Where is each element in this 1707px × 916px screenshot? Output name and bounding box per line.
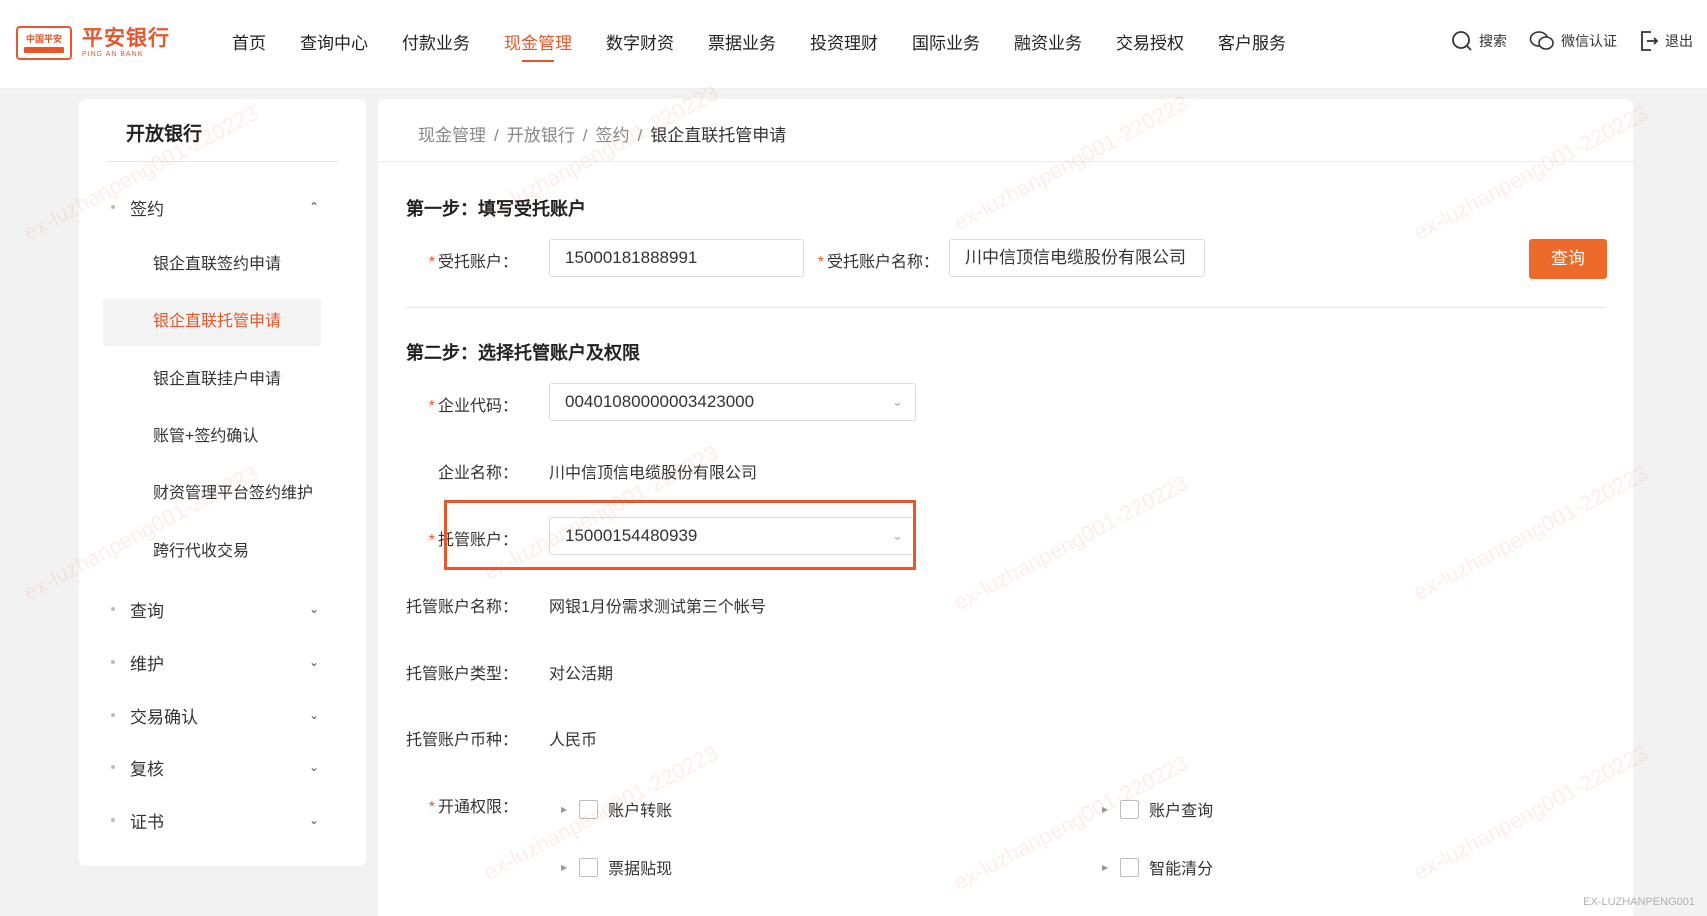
query-button[interactable]: 查询 — [1529, 239, 1607, 279]
nav-international[interactable]: 国际业务 — [912, 0, 980, 88]
main-nav: 首页 查询中心 付款业务 现金管理 数字财资 票据业务 投资理财 国际业务 融资… — [232, 0, 1320, 88]
ping-an-bank-logo[interactable]: 中国平安 平安银行 PING AN BANK — [16, 26, 170, 60]
permission-bill-discount[interactable]: ▶ 票据贴现 — [561, 855, 672, 879]
permission-account-query[interactable]: ▶ 账户查询 — [1102, 797, 1213, 821]
nav-financing[interactable]: 融资业务 — [1014, 0, 1082, 88]
nav-digital-treasury[interactable]: 数字财资 — [606, 0, 674, 88]
wechat-auth-button[interactable]: 微信认证 — [1529, 30, 1617, 52]
chevron-down-icon: ⌄ — [892, 394, 903, 409]
sidebar-item-account-sign-confirm[interactable]: 账管+签约确认 — [103, 413, 321, 461]
caret-right-icon: ▶ — [1102, 862, 1109, 872]
step1-title: 第一步：填写受托账户 — [406, 199, 586, 219]
wechat-icon — [1529, 31, 1554, 50]
search-icon — [1452, 31, 1472, 51]
nav-query-center[interactable]: 查询中心 — [300, 0, 368, 88]
nav-payment[interactable]: 付款业务 — [402, 0, 470, 88]
nav-customer-service[interactable]: 客户服务 — [1218, 0, 1286, 88]
chevron-down-icon: ⌄ — [309, 760, 320, 774]
custody-name-value: 网银1月份需求测试第三个帐号 — [549, 599, 766, 616]
chevron-down-icon: ⌄ — [309, 813, 320, 827]
enterprise-name-label: 企业名称： — [437, 465, 518, 482]
breadcrumb-cash-management[interactable]: 现金管理 — [418, 126, 486, 145]
nav-cash-management[interactable]: 现金管理 — [504, 0, 572, 88]
top-header: 中国平安 平安银行 PING AN BANK 首页 查询中心 付款业务 现金管理… — [0, 0, 1707, 89]
caret-right-icon: ▶ — [561, 862, 568, 872]
logout-button[interactable]: 退出 — [1639, 30, 1693, 52]
breadcrumb-open-bank[interactable]: 开放银行 — [507, 126, 575, 145]
breadcrumb: 现金管理 / 开放银行 / 签约 / 银企直联托管申请 — [418, 126, 787, 145]
highlight-box — [444, 500, 916, 570]
sidebar-title: 开放银行 — [126, 124, 203, 145]
caret-right-icon: ▶ — [1102, 804, 1109, 814]
custody-name-label: 托管账户名称： — [405, 599, 518, 616]
checkbox[interactable] — [1120, 857, 1140, 877]
sidebar-item-bank-direct-custody[interactable]: 银企直联托管申请 — [103, 298, 321, 346]
permission-account-transfer[interactable]: ▶ 账户转账 — [561, 797, 672, 821]
breadcrumb-sign[interactable]: 签约 — [595, 126, 629, 145]
footer-username: EX-LUZHANPENG001 — [1583, 896, 1695, 908]
sidebar-group-transaction-confirm[interactable]: 交易确认 ⌄ — [79, 695, 366, 735]
caret-right-icon: ▶ — [561, 804, 568, 814]
sidebar: 开放银行 签约 ⌃ 银企直联签约申请 银企直联托管申请 银企直联挂户申请 账管+… — [79, 99, 366, 866]
chevron-down-icon: ⌄ — [309, 655, 320, 669]
checkbox[interactable] — [579, 857, 599, 877]
nav-transaction-auth[interactable]: 交易授权 — [1116, 0, 1184, 88]
sidebar-item-cross-bank-collection[interactable]: 跨行代收交易 — [103, 528, 321, 576]
custody-currency-value: 人民币 — [549, 732, 598, 749]
permission-label: * 开通权限： — [428, 799, 518, 816]
checkbox[interactable] — [1120, 799, 1140, 819]
enterprise-code-label: * 企业代码： — [428, 398, 518, 415]
logo-badge: 中国平安 — [16, 26, 72, 60]
sidebar-item-bank-direct-sign[interactable]: 银企直联签约申请 — [103, 241, 321, 289]
trustee-account-input[interactable]: 15000181888991 — [549, 239, 804, 277]
main-panel: 现金管理 / 开放银行 / 签约 / 银企直联托管申请 第一步：填写受托账户 * 受托账户： … — [378, 99, 1633, 916]
nav-bills[interactable]: 票据业务 — [708, 0, 776, 88]
nav-investment[interactable]: 投资理财 — [810, 0, 878, 88]
sidebar-group-review[interactable]: 复核 ⌄ — [79, 747, 366, 787]
sidebar-group-certificate[interactable]: 证书 ⌄ — [79, 800, 366, 840]
logo-name-en: PING AN BANK — [82, 50, 144, 58]
nav-home[interactable]: 首页 — [232, 0, 266, 88]
checkbox[interactable] — [579, 799, 599, 819]
trustee-account-label: * 受托账户： — [428, 254, 518, 271]
enterprise-code-select[interactable]: 00401080000003423000 ⌄ — [549, 383, 916, 421]
sidebar-group-sign[interactable]: 签约 ⌃ — [79, 187, 366, 227]
breadcrumb-current: 银企直联托管申请 — [650, 126, 787, 145]
header-tools: 搜索 微信认证 退出 — [1429, 30, 1693, 52]
trustee-name-label: * 受托账户名称： — [817, 254, 939, 271]
chevron-down-icon: ⌄ — [309, 708, 320, 722]
step2-title: 第二步：选择托管账户及权限 — [406, 343, 640, 363]
sidebar-item-bank-direct-hang[interactable]: 银企直联挂户申请 — [103, 356, 321, 404]
sidebar-group-maintain[interactable]: 维护 ⌄ — [79, 642, 366, 682]
custody-type-label: 托管账户类型： — [405, 666, 518, 683]
chevron-down-icon: ⌄ — [309, 602, 320, 616]
sidebar-group-query[interactable]: 查询 ⌄ — [79, 589, 366, 629]
enterprise-name-value: 川中信顶信电缆股份有限公司 — [549, 465, 758, 482]
custody-currency-label: 托管账户币种： — [405, 732, 518, 749]
chevron-up-icon: ⌃ — [309, 200, 320, 214]
custody-type-value: 对公活期 — [549, 666, 614, 683]
search-button[interactable]: 搜索 — [1451, 30, 1507, 52]
logo-name-cn: 平安银行 — [82, 26, 170, 50]
logout-icon — [1641, 31, 1659, 51]
trustee-name-input[interactable]: 川中信顶信电缆股份有限公司 — [949, 239, 1205, 277]
permission-smart-clearing[interactable]: ▶ 智能清分 — [1102, 855, 1213, 879]
sidebar-item-treasury-platform[interactable]: 财资管理平台签约维护 — [103, 470, 321, 518]
